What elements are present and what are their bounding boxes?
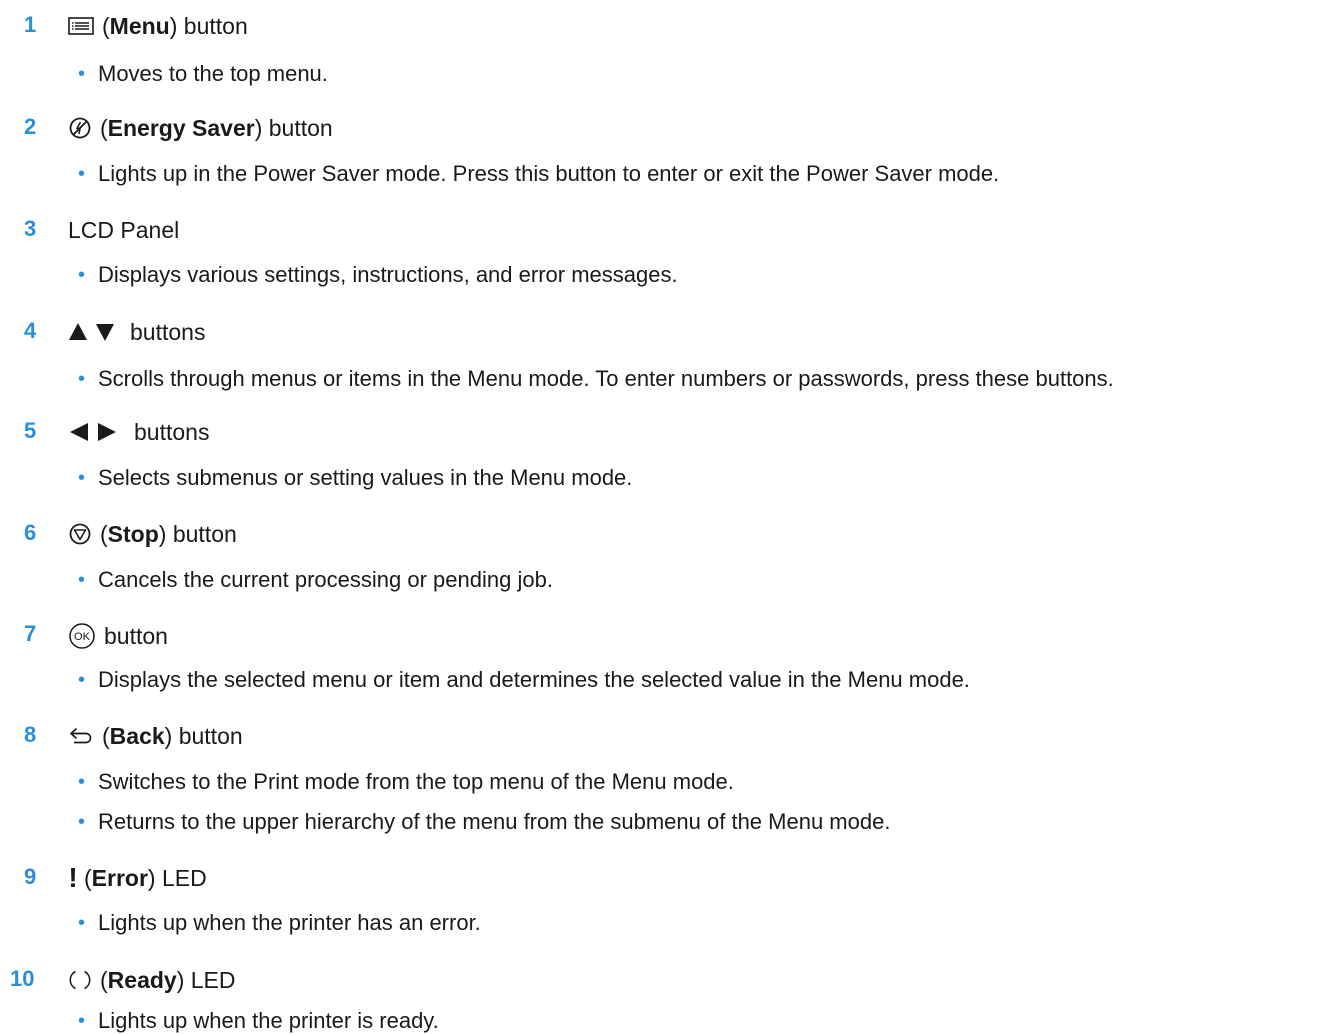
title-bold: Energy Saver <box>107 115 255 141</box>
bullet-text: Displays various settings, instructions,… <box>98 262 678 287</box>
item-number: 4 <box>24 318 37 343</box>
item-title: buttons <box>68 419 209 445</box>
ok-icon-label: OK <box>74 631 91 643</box>
item-number: 3 <box>24 216 37 241</box>
title-post: ) LED <box>176 967 236 993</box>
bullet-text: Lights up when the printer has an error. <box>98 910 481 935</box>
title-post: ) button <box>169 13 248 39</box>
item-number: 2 <box>24 114 37 139</box>
bullet-text: Displays the selected menu or item and d… <box>98 667 970 692</box>
title-bold: Menu <box>109 13 170 39</box>
title-post: ) button <box>254 115 333 141</box>
title-bold: Back <box>109 723 165 749</box>
bullet-dot: • <box>78 467 86 489</box>
title-post: LCD Panel <box>68 217 180 243</box>
title-post: buttons <box>134 419 210 445</box>
item-title: LCD Panel <box>68 217 179 243</box>
bullet-dot: • <box>78 912 86 934</box>
bullet-dot: • <box>78 569 86 591</box>
title-pre: ( <box>100 521 108 547</box>
stop-icon <box>68 522 92 546</box>
item-number: 6 <box>24 520 37 545</box>
ok-icon: OK <box>68 622 96 650</box>
bullet-dot: • <box>78 63 86 85</box>
title-bold: Error <box>91 865 148 891</box>
bullet-text: Returns to the upper hierarchy of the me… <box>98 809 891 834</box>
title-post: button <box>104 623 168 649</box>
energy-saver-icon <box>68 116 92 140</box>
bullet-text: Cancels the current processing or pendin… <box>98 567 553 592</box>
back-icon <box>68 726 94 746</box>
item-title: (Ready) LED <box>68 967 236 993</box>
title-pre: ( <box>84 865 92 891</box>
item-title: (Menu) button <box>68 13 248 39</box>
title-pre: ( <box>102 723 110 749</box>
up-down-arrows-icon <box>68 321 122 343</box>
title-post: ) button <box>164 723 243 749</box>
bullet-text: Scrolls through menus or items in the Me… <box>98 366 1114 391</box>
title-post: buttons <box>130 319 206 345</box>
item-number: 9 <box>24 864 37 889</box>
left-right-arrows-icon <box>68 421 126 443</box>
item-number: 5 <box>24 418 37 443</box>
title-bold: Ready <box>107 967 177 993</box>
item-title: (Back) button <box>68 723 243 749</box>
title-pre: ( <box>102 13 110 39</box>
bullet-dot: • <box>78 264 86 286</box>
item-title: OK button <box>68 622 168 650</box>
item-title: ! (Error) LED <box>68 862 207 893</box>
title-pre: ( <box>100 967 108 993</box>
ready-icon <box>68 968 92 992</box>
bullet-dot: • <box>78 368 86 390</box>
item-title: (Stop) button <box>68 521 237 547</box>
bullet-text: Lights up in the Power Saver mode. Press… <box>98 161 1000 186</box>
bullet-text: Lights up when the printer is ready. <box>98 1008 439 1033</box>
bullet-text: Switches to the Print mode from the top … <box>98 769 734 794</box>
title-post: ) button <box>158 521 237 547</box>
menu-icon <box>68 16 94 36</box>
item-title: buttons <box>68 319 205 345</box>
item-number: 8 <box>24 722 37 747</box>
title-bold: Stop <box>107 521 159 547</box>
bullet-text: Selects submenus or setting values in th… <box>98 465 633 490</box>
item-number: 1 <box>24 12 37 37</box>
bullet-dot: • <box>78 163 86 185</box>
error-icon: ! <box>68 862 78 893</box>
bullet-dot: • <box>78 669 86 691</box>
item-title: (Energy Saver) button <box>68 115 333 141</box>
item-number: 7 <box>24 621 37 646</box>
bullet-text: Moves to the top menu. <box>98 61 328 86</box>
title-post: ) LED <box>147 865 207 891</box>
title-pre: ( <box>100 115 108 141</box>
bullet-dot: • <box>78 811 86 833</box>
bullet-dot: • <box>78 1010 86 1032</box>
bullet-dot: • <box>78 771 86 793</box>
item-number: 10 <box>10 966 35 991</box>
